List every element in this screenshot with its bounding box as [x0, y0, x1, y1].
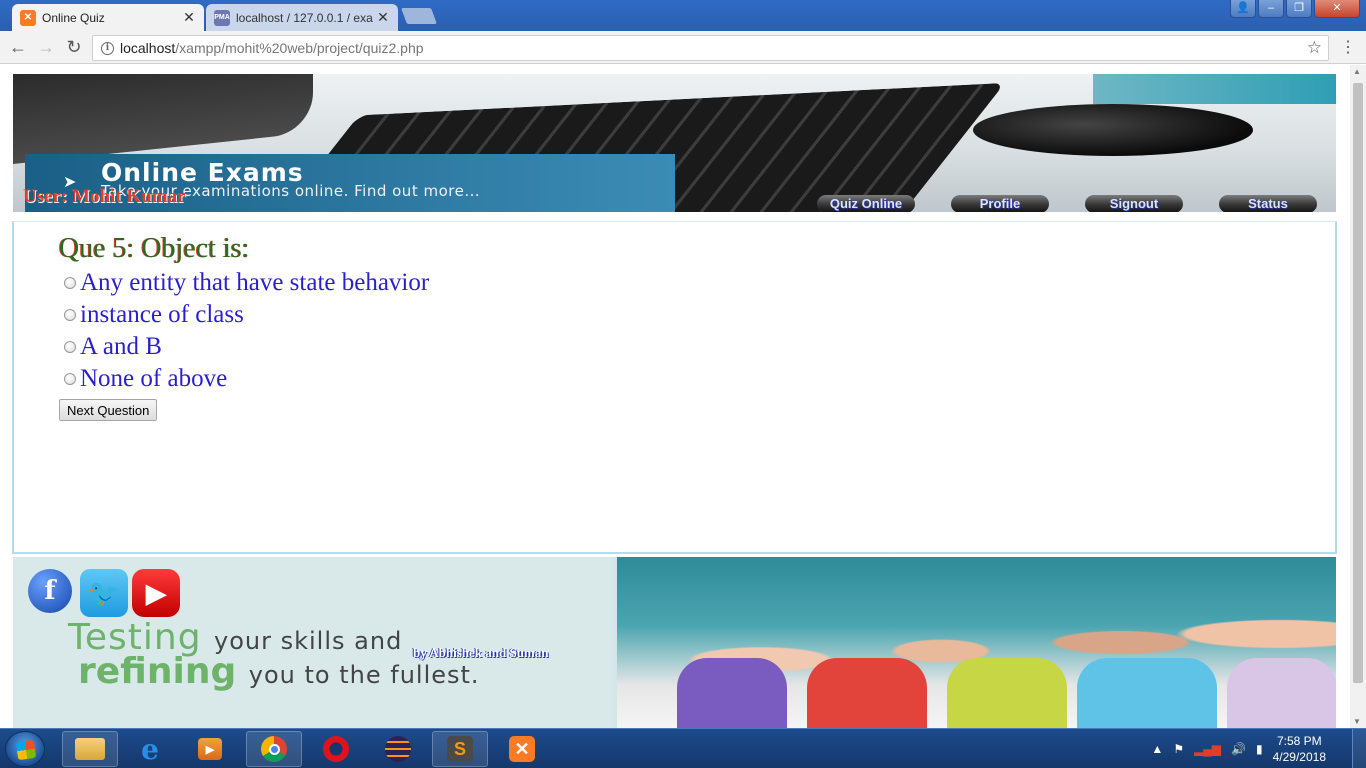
banner-background [1093, 74, 1336, 104]
forward-arrow-icon[interactable]: → [34, 36, 58, 60]
header-banner: ➤ Online Exams Take your examinations on… [13, 74, 1336, 212]
chrome-menu-icon[interactable]: ⋮ [1340, 37, 1356, 57]
chrome-taskbar-button[interactable] [246, 731, 302, 767]
student-figure [807, 658, 927, 728]
nav-signout-button[interactable]: Signout [1085, 195, 1183, 212]
page-viewport: ➤ Online Exams Take your examinations on… [0, 65, 1350, 728]
close-tab-icon[interactable]: ✕ [376, 9, 390, 26]
close-window-button[interactable]: ✕ [1314, 0, 1360, 18]
url-path: /xampp/mohit%20web/project/quiz2.php [175, 40, 424, 56]
windows-logo-icon [15, 739, 37, 761]
scroll-down-icon[interactable]: ▼ [1353, 717, 1361, 726]
option-label: instance of class [80, 301, 244, 328]
students-image [617, 557, 1336, 728]
option-3[interactable]: A and B [64, 333, 162, 361]
phpmyadmin-favicon-icon: PMA [214, 9, 230, 26]
facebook-icon[interactable]: f [28, 569, 72, 613]
minimize-button[interactable]: ‒ [1258, 0, 1284, 18]
option-4[interactable]: None of above [64, 365, 227, 393]
internet-explorer-taskbar-button[interactable]: e [122, 731, 178, 767]
folder-icon [75, 738, 105, 760]
twitter-icon[interactable]: 🐦 [80, 569, 128, 617]
file-explorer-taskbar-button[interactable] [62, 731, 118, 767]
scroll-up-icon[interactable]: ▲ [1353, 67, 1361, 76]
xampp-icon: ✕ [509, 736, 535, 762]
new-tab-button[interactable] [401, 8, 437, 24]
tab-title: Online Quiz [42, 10, 105, 25]
option-label: A and B [80, 333, 162, 360]
system-tray: ▲ ⚑ ▂▄▆ 🔊 ▮ 7:58 PM 4/29/2018 [1151, 729, 1326, 768]
tagline-word: refining [78, 651, 237, 692]
option-radio[interactable] [64, 277, 76, 289]
option-1[interactable]: Any entity that have state behavior [64, 269, 429, 297]
network-icon[interactable]: ▂▄▆ [1194, 742, 1221, 756]
media-player-icon: ▶ [198, 738, 222, 760]
start-button[interactable] [5, 731, 45, 767]
tab-strip: ✕ Online Quiz ✕ PMA localhost / 127.0.0.… [0, 0, 1366, 31]
footer-banner: f 🐦 ▶ Testing your skills and refining y… [13, 557, 1336, 728]
battery-icon[interactable]: ▮ [1256, 742, 1263, 756]
media-player-taskbar-button[interactable]: ▶ [182, 731, 238, 767]
browser-toolbar: ← → ↻ i localhost/xampp/mohit%20web/proj… [0, 31, 1366, 64]
next-question-button[interactable]: Next Question [59, 399, 158, 421]
restore-button[interactable]: ❐ [1286, 0, 1312, 18]
option-label: Any entity that have state behavior [80, 269, 430, 296]
url-host: localhost [120, 40, 176, 56]
option-label: None of above [80, 365, 228, 392]
scroll-thumb[interactable] [1353, 83, 1363, 683]
sublime-text-icon: S [447, 736, 473, 762]
student-figure [947, 658, 1067, 728]
youtube-icon[interactable]: ▶ [132, 569, 180, 617]
monitor-graphic [13, 74, 313, 164]
volume-icon[interactable]: 🔊 [1231, 742, 1246, 756]
url-text: localhost/xampp/mohit%20web/project/quiz… [120, 40, 424, 56]
nav-profile-button[interactable]: Profile [951, 195, 1049, 212]
bookmark-star-icon[interactable]: ☆ [1307, 38, 1322, 58]
option-radio[interactable] [64, 373, 76, 385]
window-controls: 👤 ‒ ❐ ✕ [1230, 0, 1360, 18]
credit-text: by Abhishek and Suman [413, 645, 549, 660]
address-bar[interactable]: i localhost/xampp/mohit%20web/project/qu… [92, 35, 1329, 61]
profile-icon[interactable]: 👤 [1230, 0, 1256, 18]
tab-online-quiz[interactable]: ✕ Online Quiz ✕ [12, 4, 204, 31]
back-arrow-icon[interactable]: ← [6, 36, 30, 60]
info-icon[interactable]: i [101, 41, 114, 55]
reload-icon[interactable]: ↻ [62, 36, 86, 60]
eclipse-icon [385, 736, 411, 762]
clock-time: 7:58 PM [1276, 734, 1322, 748]
opera-icon [323, 736, 349, 762]
show-desktop-button[interactable] [1352, 729, 1366, 768]
tab-phpmyadmin[interactable]: PMA localhost / 127.0.0.1 / exa ✕ [206, 4, 398, 31]
student-figure [1227, 658, 1336, 728]
tagline-rest: you to the fullest. [248, 661, 480, 689]
option-radio[interactable] [64, 341, 76, 353]
option-radio[interactable] [64, 309, 76, 321]
close-tab-icon[interactable]: ✕ [182, 9, 196, 26]
action-center-flag-icon[interactable]: ⚑ [1173, 742, 1184, 756]
eclipse-taskbar-button[interactable] [370, 731, 426, 767]
chrome-icon [261, 736, 287, 762]
user-label: User: Mohit Kumar [23, 186, 186, 207]
question-text: Que 5: Object is: [59, 233, 250, 264]
student-figure [677, 658, 787, 728]
clock-date: 4/29/2018 [1272, 750, 1326, 764]
quiz-panel: Que 5: Object is: Any entity that have s… [12, 221, 1337, 554]
page-scrollbar[interactable]: ▲ ▼ [1350, 65, 1366, 728]
option-2[interactable]: instance of class [64, 301, 244, 329]
tab-title: localhost / 127.0.0.1 / exa [236, 10, 373, 25]
nav-status-button[interactable]: Status [1219, 195, 1317, 212]
mouse-graphic [973, 104, 1253, 156]
xampp-favicon-icon: ✕ [20, 9, 36, 26]
windows-taskbar: e ▶ S ✕ ▲ ⚑ ▂▄▆ 🔊 ▮ 7:58 PM 4/29/2018 [0, 728, 1366, 768]
internet-explorer-icon: e [141, 732, 159, 766]
clock[interactable]: 7:58 PM 4/29/2018 [1273, 733, 1326, 765]
xampp-taskbar-button[interactable]: ✕ [494, 731, 550, 767]
sublime-text-taskbar-button[interactable]: S [432, 731, 488, 767]
student-figure [1077, 658, 1217, 728]
nav-quiz-online-button[interactable]: Quiz Online [817, 195, 915, 212]
opera-taskbar-button[interactable] [308, 731, 364, 767]
show-hidden-icons-icon[interactable]: ▲ [1151, 742, 1163, 756]
